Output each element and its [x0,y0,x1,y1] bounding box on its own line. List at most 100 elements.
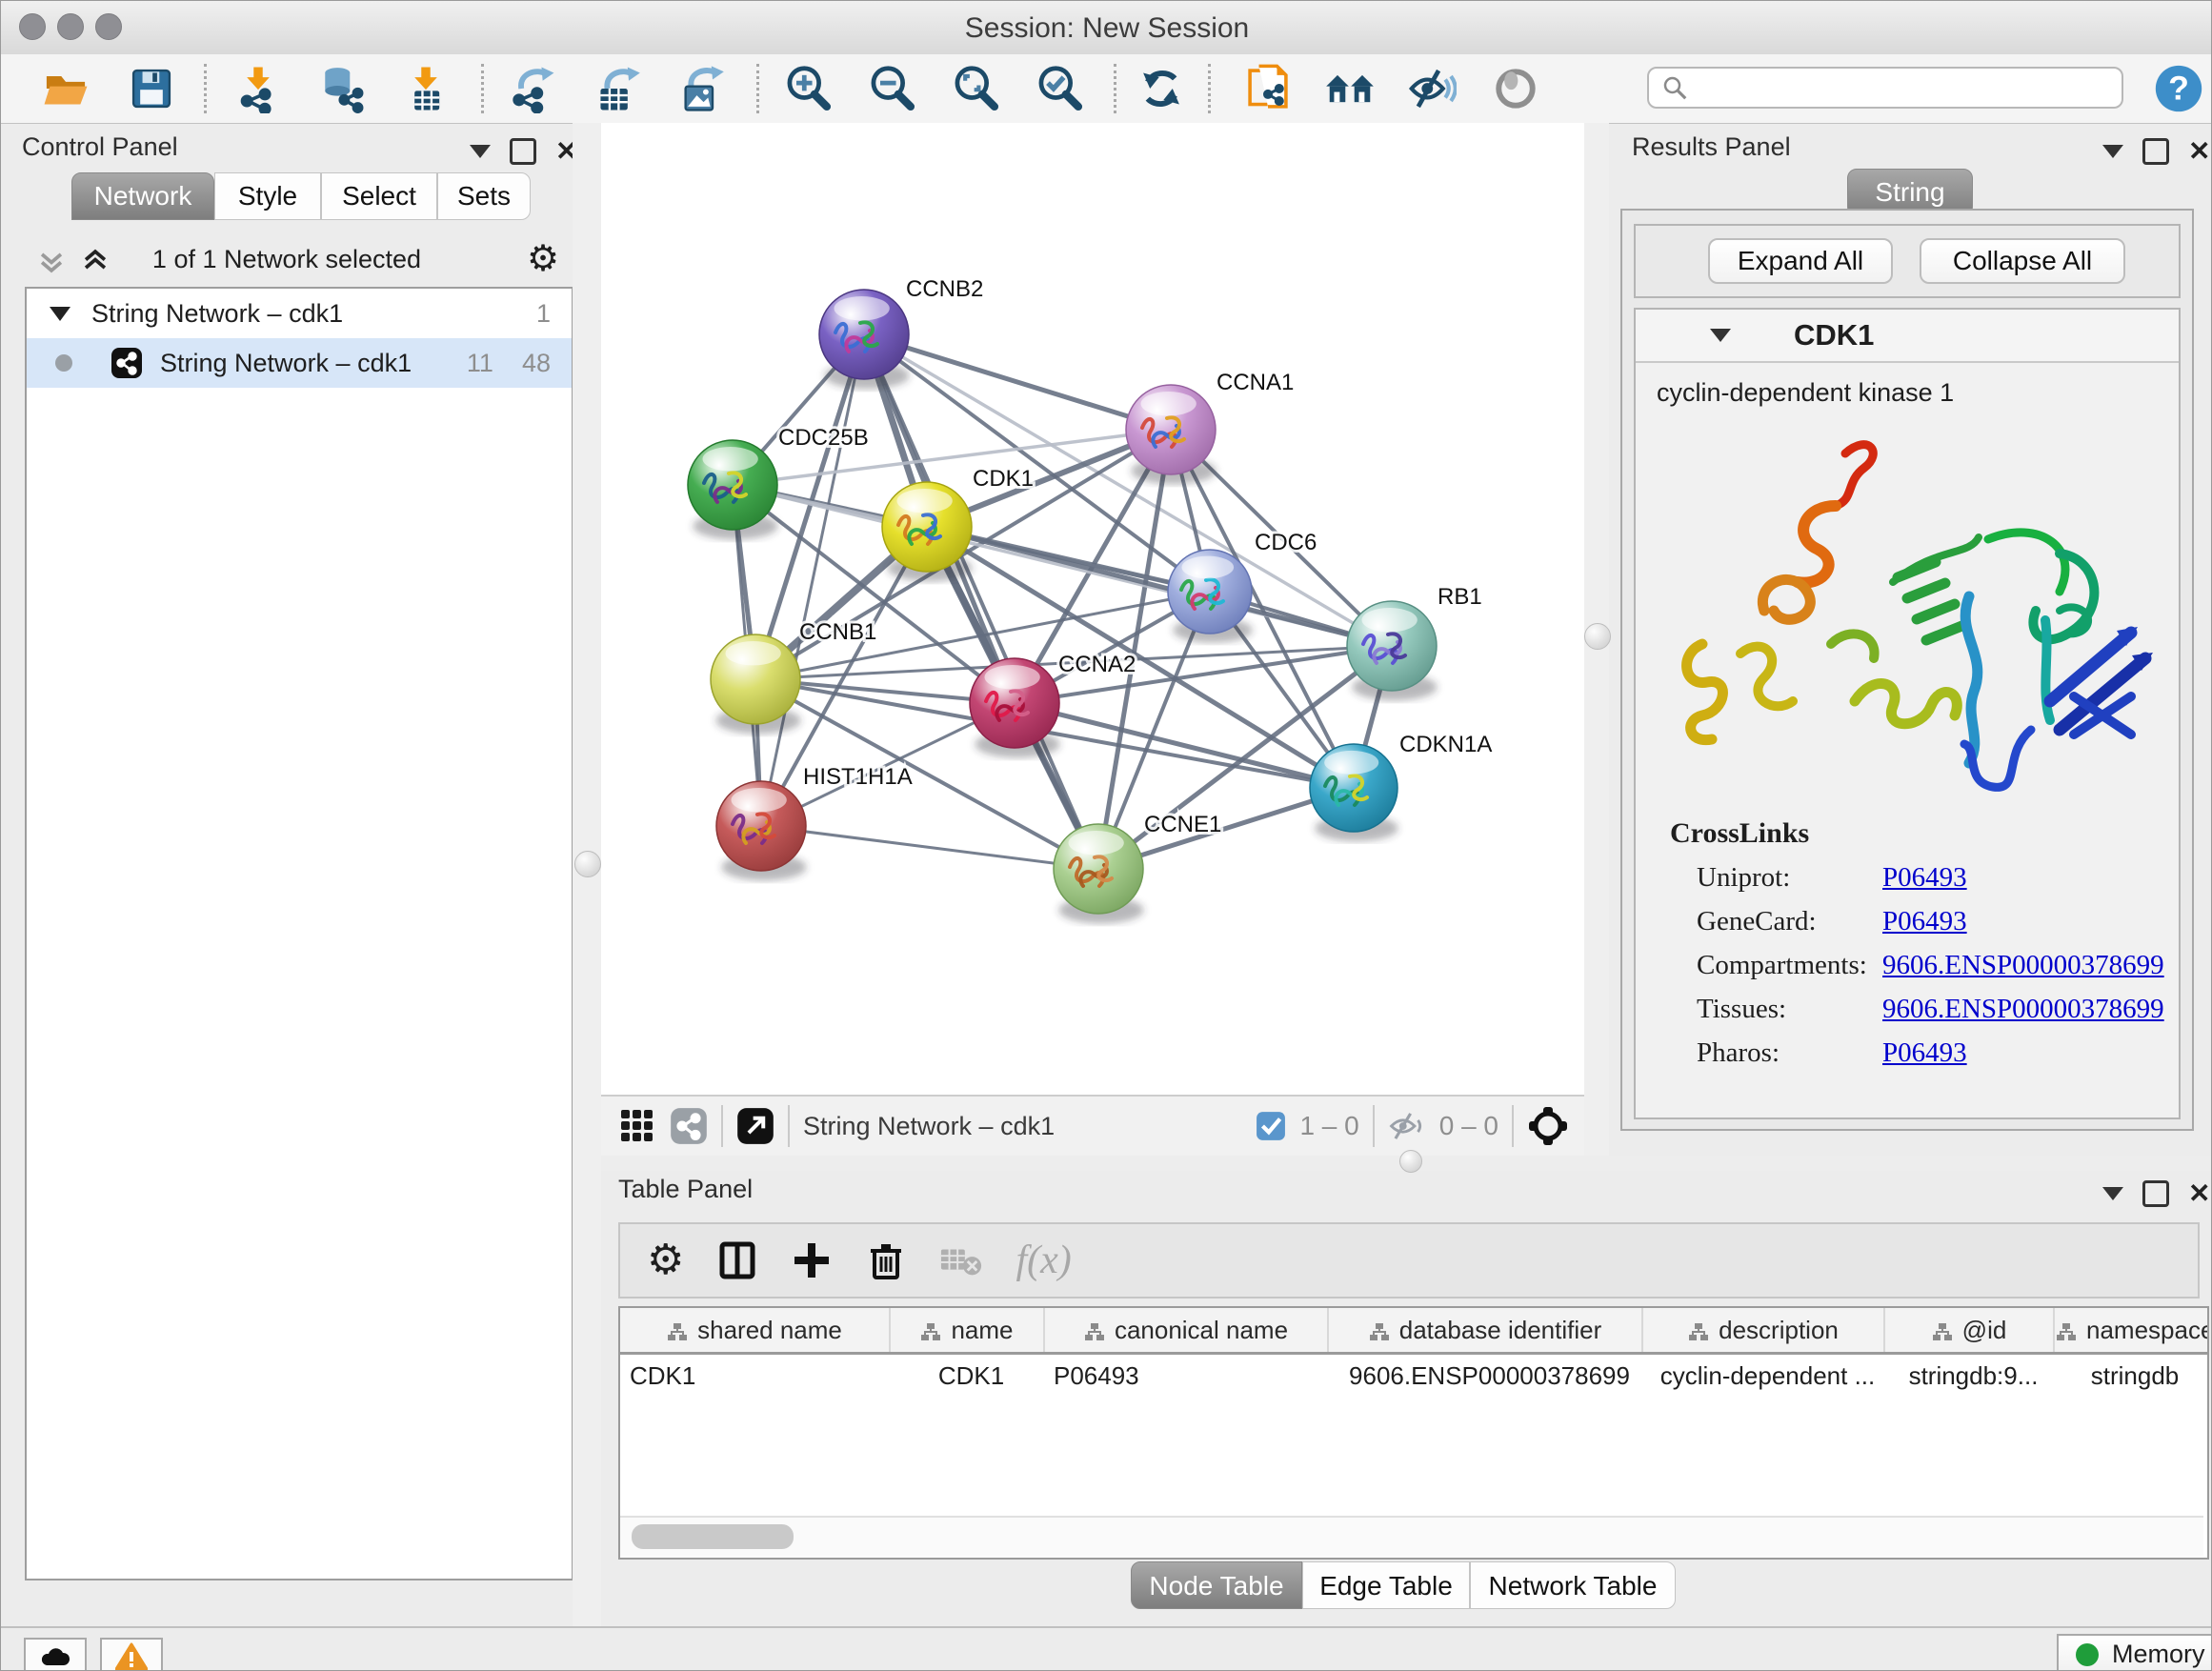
zoom-out-icon[interactable] [864,60,921,117]
selected-checkbox-icon[interactable] [1256,1111,1286,1141]
col-shared-name[interactable]: shared name [620,1308,890,1354]
col-database-identifier[interactable]: database identifier [1328,1308,1642,1354]
zoom-fit-icon[interactable] [948,60,1005,117]
apply-layout-icon[interactable] [1133,60,1190,117]
left-splitter-collapse-button[interactable] [574,851,601,877]
network-collection-row[interactable]: String Network – cdk1 1 [27,289,572,338]
cell-database-identifier[interactable]: 9606.ENSP00000378699 [1328,1354,1642,1398]
string-settings-orb-icon[interactable] [1487,60,1544,117]
left-splitter[interactable] [573,123,601,1628]
network-row-selected[interactable]: String Network – cdk1 11 48 [27,338,572,388]
search-icon [1660,73,1689,102]
cell-id[interactable]: stringdb:9... [1884,1354,2054,1398]
tab-network[interactable]: Network [71,172,214,220]
tab-select[interactable]: Select [321,172,437,220]
cloud-status-button[interactable] [24,1638,87,1671]
string-home-icon[interactable] [1321,60,1378,117]
network-node-CCNB1[interactable]: CCNB1 [711,619,876,734]
col-name[interactable]: name [890,1308,1044,1354]
table-panel-float-icon[interactable] [2142,1180,2169,1207]
control-panel-float-icon[interactable] [510,138,536,165]
open-session-icon[interactable] [37,60,94,117]
control-panel-menu-icon[interactable] [470,145,491,158]
export-image-icon[interactable] [672,60,729,117]
toolbar-separator [1208,64,1211,113]
network-node-CCNB2[interactable]: CCNB2 [819,276,983,389]
import-network-icon[interactable] [230,60,287,117]
network-node-RB1[interactable]: RB1 [1347,584,1482,700]
string-import-icon[interactable] [1239,60,1297,117]
network-options-gear-icon[interactable]: ⚙ [527,237,559,280]
cell-shared-name[interactable]: CDK1 [620,1354,890,1398]
cell-namespace[interactable]: stringdb [2054,1354,2207,1398]
crosslink-tissues-link[interactable]: 9606.ENSP00000378699 [1882,994,2164,1025]
network-node-CDKN1A[interactable]: CDKN1A [1310,732,1492,841]
cell-description[interactable]: cyclin-dependent ... [1642,1354,1884,1398]
collection-expand-icon[interactable] [50,307,70,321]
table-header-row[interactable]: shared name name canonical name database… [620,1308,2207,1354]
crosslink-pharos-link[interactable]: P06493 [1882,1037,1967,1069]
table-settings-gear-icon[interactable]: ⚙ [647,1241,684,1279]
network-node-HIST1H1A[interactable]: HIST1H1A [716,764,913,880]
cell-name[interactable]: CDK1 [890,1354,1044,1398]
table-panel-close-icon[interactable]: ✕ [2188,1183,2210,1204]
string-hide-highlight-icon[interactable] [1403,60,1460,117]
right-splitter[interactable] [1584,123,1609,1156]
import-table-icon[interactable] [397,60,454,117]
network-node-CDC6[interactable]: CDC6 [1168,530,1317,643]
crosslink-compartments-link[interactable]: 9606.ENSP00000378699 [1882,950,2164,981]
memory-button[interactable]: Memory [2057,1634,2212,1671]
zoom-selected-icon[interactable] [1032,60,1089,117]
node-table[interactable]: shared name name canonical name database… [620,1308,2207,1397]
results-panel-close-icon[interactable]: ✕ [2188,141,2210,162]
results-panel-title: Results Panel [1632,132,1791,162]
tab-sets[interactable]: Sets [437,172,531,220]
network-node-CCNA2[interactable]: CCNA2 [970,652,1136,757]
col-description[interactable]: description [1642,1308,1884,1354]
fit-selected-crosshair-icon[interactable] [1527,1105,1569,1147]
results-panel-menu-icon[interactable] [2102,145,2123,158]
node-result-header[interactable]: CDK1 [1636,310,2179,363]
results-panel-float-icon[interactable] [2142,138,2169,165]
birdseye-view-icon[interactable] [736,1107,774,1145]
network-node-CCNE1[interactable]: CCNE1 [1054,812,1221,923]
network-canvas[interactable]: CCNB2CCNA1CDC25BCDK1CDC6RB1CCNB1CCNA2CDK… [601,123,1584,1095]
delete-column-icon[interactable] [865,1239,907,1281]
tab-node-table[interactable]: Node Table [1131,1561,1302,1609]
node-result-collapse-icon[interactable] [1710,329,1731,342]
table-scrollbar-thumb[interactable] [632,1524,794,1549]
network-node-CCNA1[interactable]: CCNA1 [1126,370,1294,484]
warning-status-button[interactable] [100,1638,163,1671]
expand-all-icon[interactable] [79,245,111,282]
create-column-icon[interactable] [791,1239,833,1281]
save-session-icon[interactable] [123,60,180,117]
crosslink-uniprot-link[interactable]: P06493 [1882,862,1967,894]
zoom-in-icon[interactable] [780,60,837,117]
cell-canonical-name[interactable]: P06493 [1044,1354,1328,1398]
collapse-all-icon[interactable] [35,245,68,282]
search-input[interactable] [1647,67,2123,109]
expand-all-button[interactable]: Expand All [1708,238,1893,284]
right-splitter-collapse-button[interactable] [1584,623,1611,650]
tab-style[interactable]: Style [214,172,321,220]
network-view[interactable]: CCNB2CCNA1CDC25BCDK1CDC6RB1CCNB1CCNA2CDK… [601,123,1584,1095]
grid-mode-icon[interactable] [618,1107,656,1145]
tab-edge-table[interactable]: Edge Table [1302,1561,1470,1609]
table-horizontal-scrollbar[interactable] [620,1516,2203,1556]
col-canonical-name[interactable]: canonical name [1044,1308,1328,1354]
table-row[interactable]: CDK1 CDK1 P06493 9606.ENSP00000378699 cy… [620,1354,2207,1398]
show-columns-icon[interactable] [716,1239,758,1281]
import-network-from-database-icon[interactable] [313,60,371,117]
horizontal-splitter[interactable] [601,1156,2212,1171]
table-panel-menu-icon[interactable] [2102,1187,2123,1200]
collapse-all-button[interactable]: Collapse All [1920,238,2125,284]
horizontal-splitter-handle[interactable] [1399,1150,1422,1173]
string-view-icon[interactable] [670,1107,708,1145]
export-table-icon[interactable] [588,60,645,117]
col-id[interactable]: @id [1884,1308,2054,1354]
export-network-icon[interactable] [504,60,561,117]
col-namespace[interactable]: namespace [2054,1308,2207,1354]
help-icon[interactable]: ? [2150,60,2207,117]
tab-network-table[interactable]: Network Table [1470,1561,1676,1609]
crosslink-genecard-link[interactable]: P06493 [1882,906,1967,937]
